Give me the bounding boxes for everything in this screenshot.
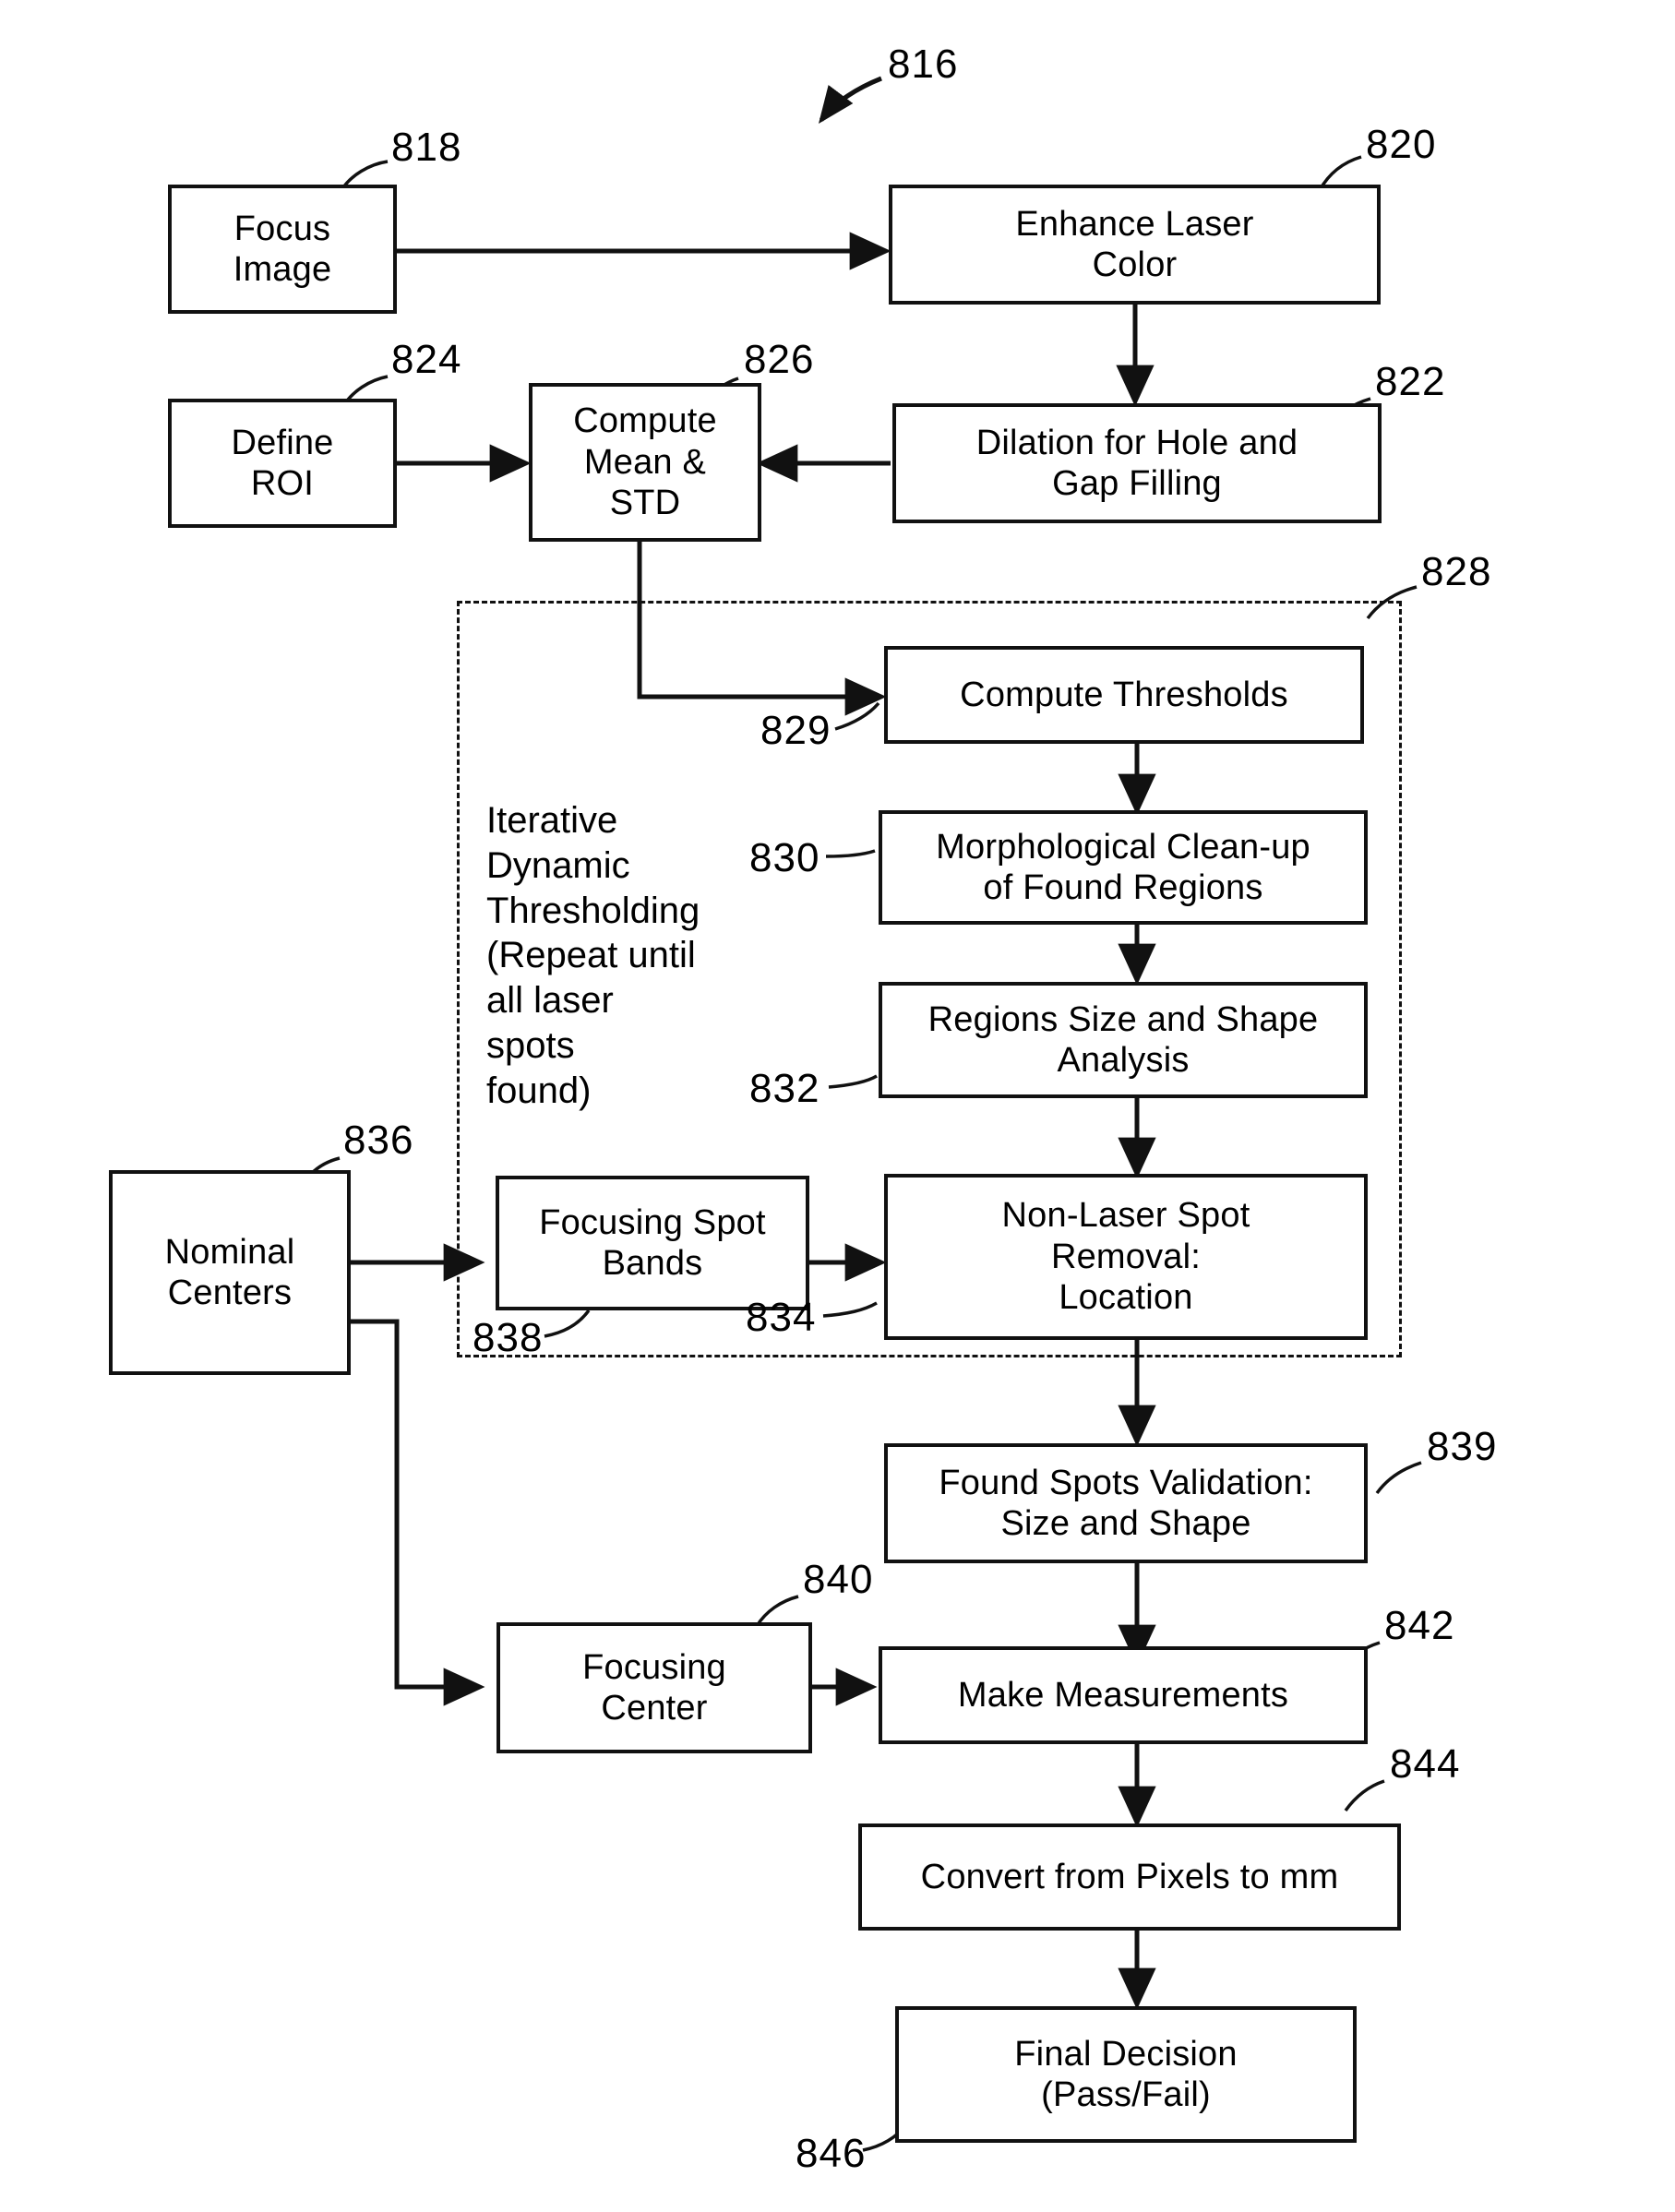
ref-836: 836	[343, 1118, 414, 1163]
node-label: Enhance Laser Color	[1015, 204, 1254, 284]
ref-834: 834	[746, 1295, 817, 1340]
ref-822: 822	[1375, 359, 1446, 404]
node-convert-pixels-to-mm[interactable]: Convert from Pixels to mm	[858, 1823, 1401, 1931]
ref-832: 832	[749, 1066, 820, 1111]
ref-844: 844	[1390, 1741, 1461, 1787]
node-nominal-centers[interactable]: Nominal Centers	[109, 1170, 351, 1375]
node-label: Focus Image	[233, 209, 332, 289]
ref-842: 842	[1384, 1603, 1455, 1648]
node-compute-mean-std[interactable]: Compute Mean & STD	[529, 383, 761, 542]
ref-830: 830	[749, 835, 820, 880]
node-regions-size-shape-analysis[interactable]: Regions Size and Shape Analysis	[879, 982, 1368, 1098]
node-label: Dilation for Hole and Gap Filling	[975, 423, 1298, 503]
ref-820: 820	[1366, 122, 1437, 167]
node-focusing-center[interactable]: Focusing Center	[497, 1622, 812, 1753]
ref-824: 824	[391, 337, 462, 382]
node-label: Define ROI	[231, 423, 334, 503]
node-label: Non-Laser Spot Removal: Location	[1001, 1196, 1250, 1318]
node-label: Final Decision (Pass/Fail)	[1014, 2034, 1238, 2114]
node-focus-image[interactable]: Focus Image	[168, 185, 397, 314]
node-focusing-spot-bands[interactable]: Focusing Spot Bands	[496, 1176, 809, 1310]
node-non-laser-spot-removal[interactable]: Non-Laser Spot Removal: Location	[884, 1174, 1368, 1340]
ref-846: 846	[796, 2131, 867, 2176]
ref-818: 818	[391, 125, 462, 170]
ref-840: 840	[803, 1557, 874, 1602]
node-label: Make Measurements	[957, 1675, 1289, 1715]
node-label: Found Spots Validation: Size and Shape	[939, 1463, 1313, 1543]
node-label: Morphological Clean-up of Found Regions	[936, 827, 1310, 907]
node-label: Regions Size and Shape Analysis	[927, 999, 1319, 1080]
node-define-roi[interactable]: Define ROI	[168, 399, 397, 528]
node-make-measurements[interactable]: Make Measurements	[879, 1646, 1368, 1744]
node-label: Nominal Centers	[164, 1232, 295, 1312]
iterative-dynamic-thresholding-caption: Iterative Dynamic Thresholding (Repeat u…	[486, 800, 700, 1111]
node-label: Compute Mean & STD	[573, 401, 717, 523]
ref-829: 829	[760, 708, 832, 753]
node-enhance-laser-color[interactable]: Enhance Laser Color	[889, 185, 1381, 305]
ref-826: 826	[744, 337, 815, 382]
node-compute-thresholds[interactable]: Compute Thresholds	[884, 646, 1364, 744]
ref-828: 828	[1421, 549, 1492, 594]
node-label: Compute Thresholds	[960, 675, 1288, 714]
node-found-spots-validation[interactable]: Found Spots Validation: Size and Shape	[884, 1443, 1368, 1563]
node-label: Focusing Center	[582, 1647, 726, 1728]
node-morphological-cleanup[interactable]: Morphological Clean-up of Found Regions	[879, 810, 1368, 925]
ref-839: 839	[1427, 1424, 1498, 1469]
node-label: Focusing Spot Bands	[539, 1202, 766, 1283]
node-dilation-hole-gap-filling[interactable]: Dilation for Hole and Gap Filling	[892, 403, 1382, 523]
node-label: Convert from Pixels to mm	[920, 1857, 1339, 1896]
ref-838: 838	[473, 1315, 544, 1360]
ref-816: 816	[888, 42, 959, 87]
figure-canvas: Iterative Dynamic Thresholding (Repeat u…	[0, 0, 1675, 2212]
node-final-decision[interactable]: Final Decision (Pass/Fail)	[895, 2006, 1357, 2143]
